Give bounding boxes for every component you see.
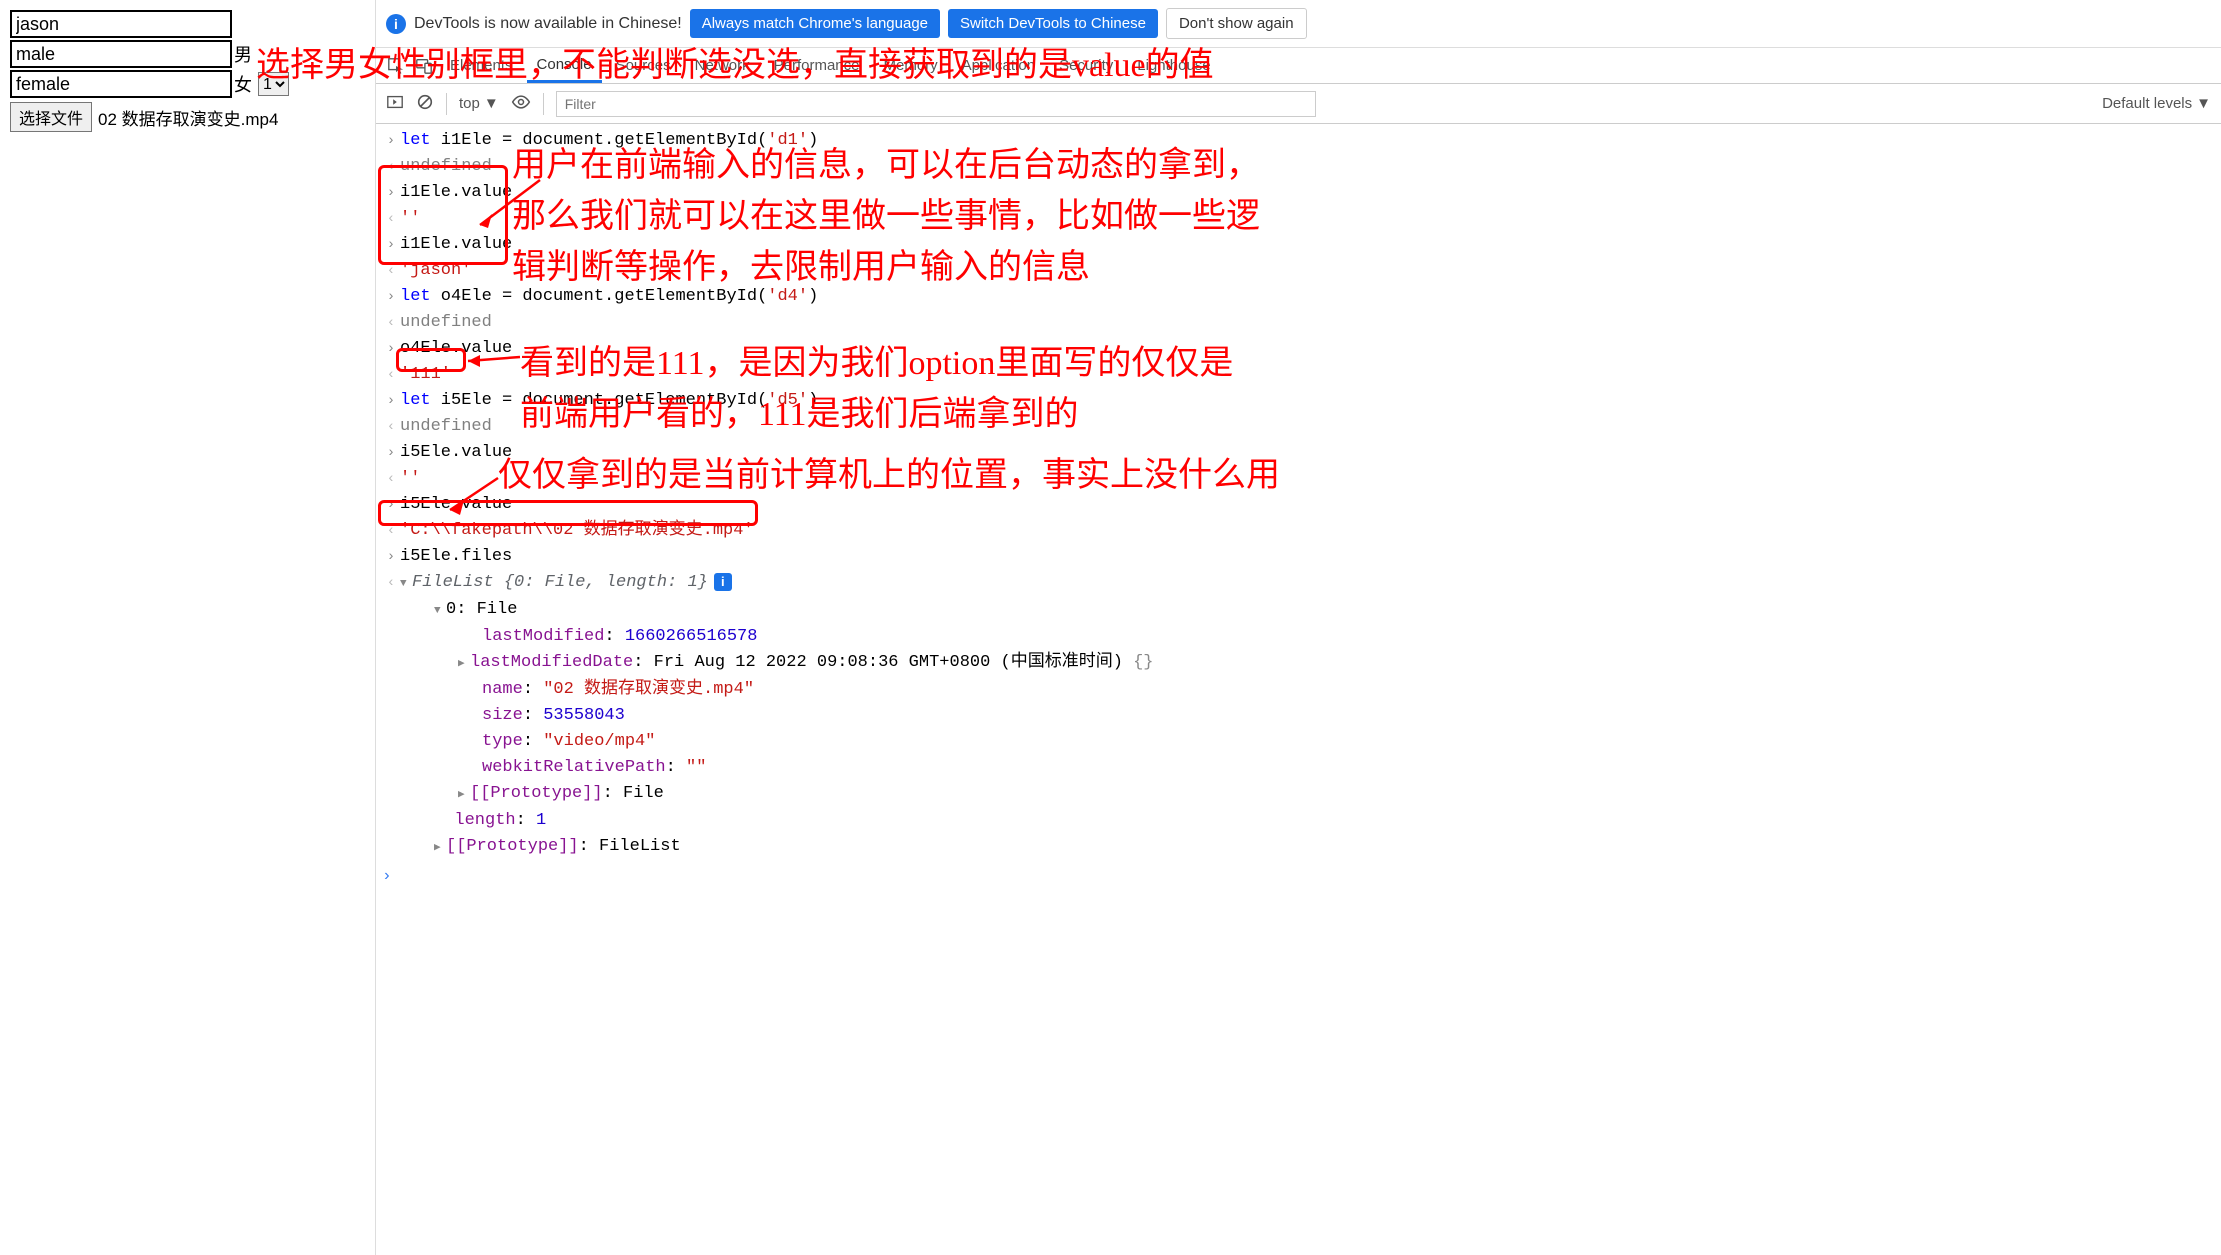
console-output-line: undefined — [400, 310, 2215, 336]
console-output[interactable]: ›let i1Ele = document.getElementById('d1… — [376, 124, 2221, 1255]
output-arrow-icon: ‹ — [382, 570, 400, 596]
male-label: 男 — [234, 41, 252, 67]
input-arrow-icon: › — [382, 180, 400, 206]
info-badge-icon[interactable]: i — [714, 573, 732, 591]
annotation-text: 选择男女性别框里，不能判断选没选，直接获取到的是value的值 — [256, 40, 1214, 91]
console-input-line: i5Ele.files — [400, 544, 2215, 570]
input-arrow-icon: › — [382, 336, 400, 362]
live-expression-icon[interactable] — [511, 92, 531, 115]
tree-line: length: 1 — [400, 808, 2215, 834]
console-output-object[interactable]: ▼FileList {0: File, length: 1}i — [400, 570, 2215, 597]
switch-chinese-button[interactable]: Switch DevTools to Chinese — [948, 9, 1158, 38]
input-arrow-icon: › — [382, 128, 400, 154]
output-arrow-icon: ‹ — [382, 518, 400, 544]
annotation-text: 看到的是111，是因为我们option里面写的仅仅是 前端用户看的，111是我们… — [520, 338, 1233, 440]
file-choose-button[interactable]: 选择文件 — [10, 102, 92, 132]
tree-line: name: "02 数据存取演变史.mp4" — [400, 677, 2215, 703]
console-prompt[interactable]: › — [376, 861, 2221, 891]
annotation-text: 用户在前端输入的信息，可以在后台动态的拿到， 那么我们就可以在这里做一些事情，比… — [512, 140, 1260, 293]
output-arrow-icon: ‹ — [382, 154, 400, 180]
input-arrow-icon: › — [382, 440, 400, 466]
annotation-text: 仅仅拿到的是当前计算机上的位置，事实上没什么用 — [498, 450, 1280, 501]
output-arrow-icon: ‹ — [382, 466, 400, 492]
name-input[interactable] — [10, 10, 232, 38]
context-selector[interactable]: top ▼ — [459, 95, 499, 112]
info-icon: i — [386, 14, 406, 34]
toolbar-separator — [543, 93, 544, 115]
infobar-text: DevTools is now available in Chinese! — [414, 15, 682, 33]
filter-input[interactable] — [556, 91, 1316, 117]
input-arrow-icon: › — [382, 232, 400, 258]
dont-show-button[interactable]: Don't show again — [1166, 8, 1307, 39]
output-arrow-icon: ‹ — [382, 310, 400, 336]
input-arrow-icon: › — [382, 284, 400, 310]
tree-line: type: "video/mp4" — [400, 729, 2215, 755]
tree-line[interactable]: ▶[[Prototype]]: FileList — [400, 834, 2215, 861]
male-input[interactable] — [10, 40, 232, 68]
output-arrow-icon: ‹ — [382, 206, 400, 232]
input-arrow-icon: › — [382, 544, 400, 570]
tree-line[interactable]: ▼0: File — [400, 597, 2215, 624]
output-arrow-icon: ‹ — [382, 362, 400, 388]
console-output-line: 'C:\\fakepath\\02 数据存取演变史.mp4' — [400, 518, 2215, 544]
console-sidebar-toggle-icon[interactable] — [386, 93, 404, 114]
file-chosen-name: 02 数据存取演变史.mp4 — [98, 105, 278, 130]
output-arrow-icon: ‹ — [382, 258, 400, 284]
tree-line: size: 53558043 — [400, 703, 2215, 729]
log-levels-selector[interactable]: Default levels — [2102, 95, 2192, 112]
input-arrow-icon: › — [382, 388, 400, 414]
input-arrow-icon: › — [382, 492, 400, 518]
chevron-down-icon: ▼ — [2196, 95, 2211, 112]
female-input[interactable] — [10, 70, 232, 98]
toolbar-separator — [446, 93, 447, 115]
clear-console-icon[interactable] — [416, 93, 434, 114]
chevron-down-icon: ▼ — [484, 95, 499, 112]
tree-line: lastModified: 1660266516578 — [400, 624, 2215, 650]
female-label: 女 — [234, 71, 252, 97]
always-match-button[interactable]: Always match Chrome's language — [690, 9, 940, 38]
tree-line: webkitRelativePath: "" — [400, 755, 2215, 781]
tree-line[interactable]: ▶lastModifiedDate: Fri Aug 12 2022 09:08… — [400, 650, 2215, 677]
output-arrow-icon: ‹ — [382, 414, 400, 440]
tree-line[interactable]: ▶[[Prototype]]: File — [400, 781, 2215, 808]
